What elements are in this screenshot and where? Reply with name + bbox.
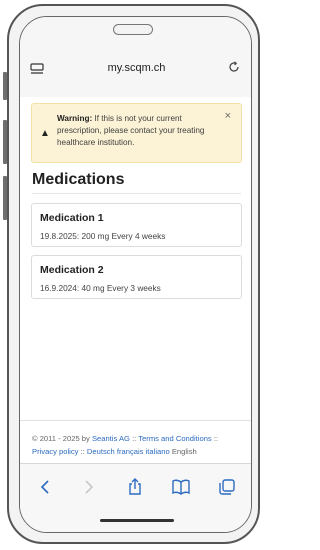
reload-icon[interactable] (227, 60, 241, 76)
bookmarks-icon[interactable] (170, 476, 192, 498)
footer-copyright: © 2011 - 2025 by (32, 434, 90, 443)
medication-name: Medication 1 (40, 212, 104, 224)
medication-card[interactable]: Medication 2 16.9.2024: 40 mg Every 3 we… (31, 255, 242, 299)
address-bar[interactable]: my.scqm.ch (28, 57, 245, 79)
privacy-link[interactable]: Privacy policy (32, 447, 78, 456)
footer: © 2011 - 2025 by Seantis AG :: Terms and… (32, 432, 243, 458)
footer-divider (20, 420, 251, 421)
home-indicator[interactable] (100, 519, 174, 522)
medication-card[interactable]: Medication 1 19.8.2025: 200 mg Every 4 w… (31, 203, 242, 247)
warning-alert: ▲ Warning: If this is not your current p… (31, 103, 242, 163)
language-fr-link[interactable]: français (117, 447, 144, 456)
alert-strong: Warning: (57, 114, 93, 123)
language-en-current: English (171, 447, 197, 456)
page-title: Medications (32, 171, 125, 188)
url-text[interactable]: my.scqm.ch (46, 62, 227, 74)
phone-frame: my.scqm.ch ▲ Warning: If this is not you… (7, 4, 260, 544)
page-content: ▲ Warning: If this is not your current p… (20, 97, 251, 463)
medication-detail: 19.8.2025: 200 mg Every 4 weeks (40, 231, 166, 241)
language-de-link[interactable]: Deutsch (87, 447, 115, 456)
back-icon[interactable] (34, 476, 56, 498)
language-it-link[interactable]: italiano (146, 447, 170, 456)
close-icon[interactable]: × (225, 110, 231, 122)
footer-separator: :: (132, 434, 137, 443)
reader-icon[interactable] (30, 62, 46, 74)
terms-link[interactable]: Terms and Conditions (138, 434, 211, 443)
title-divider (32, 193, 241, 194)
screen: my.scqm.ch ▲ Warning: If this is not you… (19, 16, 252, 533)
tabs-icon[interactable] (216, 476, 238, 498)
speaker-grille (113, 24, 153, 35)
footer-separator: :: (80, 447, 85, 456)
warning-icon: ▲ (40, 128, 50, 139)
medication-detail: 16.9.2024: 40 mg Every 3 weeks (40, 283, 161, 293)
browser-toolbar (20, 463, 251, 532)
share-icon[interactable] (124, 476, 146, 498)
medication-name: Medication 2 (40, 264, 104, 276)
forward-icon[interactable] (78, 476, 100, 498)
footer-separator: :: (213, 434, 219, 443)
alert-text: Warning: If this is not your current pre… (57, 113, 222, 149)
company-link[interactable]: Seantis AG (92, 434, 130, 443)
device-stage: my.scqm.ch ▲ Warning: If this is not you… (0, 0, 266, 550)
